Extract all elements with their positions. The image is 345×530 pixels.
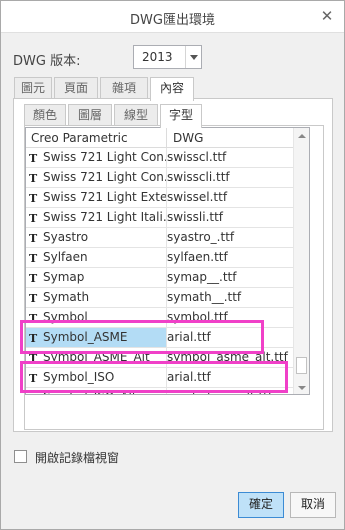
- table-row[interactable]: T Symbol_ISO_Alt symbol_iso_alt.ttf: [26, 388, 294, 394]
- creo-font-name: Symbol: [43, 310, 88, 324]
- creo-font-name: Symbol_ASME: [43, 330, 128, 344]
- cancel-button[interactable]: 取消: [290, 492, 336, 518]
- column-header-creo[interactable]: Creo Parametric: [31, 131, 128, 145]
- table-row[interactable]: T Symbol_ASME arial.ttf: [26, 328, 294, 348]
- creo-font-cell: T Symbol_ASME_Alt: [26, 348, 166, 367]
- table-row[interactable]: T Sylfaen sylfaen.ttf: [26, 248, 294, 268]
- font-icon: T: [29, 272, 37, 285]
- scrollbar-thumb[interactable]: [296, 357, 307, 374]
- table-row[interactable]: T Symbol symbol.ttf: [26, 308, 294, 328]
- ok-button[interactable]: 確定: [238, 492, 284, 518]
- dwg-font-cell[interactable]: swissel.ttf: [167, 190, 293, 204]
- font-icon: T: [29, 292, 37, 305]
- tab-entities[interactable]: 圖元: [14, 77, 52, 99]
- creo-font-name: Syastro: [43, 230, 89, 244]
- dwg-font-cell[interactable]: symbol_iso_alt.ttf: [167, 390, 293, 394]
- table-header: Creo Parametric DWG: [26, 128, 294, 148]
- creo-font-name: Symath: [43, 290, 90, 304]
- column-divider[interactable]: [166, 128, 167, 148]
- version-label: DWG 版本:: [13, 54, 81, 69]
- font-icon: T: [29, 192, 37, 205]
- dialog-title: DWG匯出環境: [130, 13, 215, 28]
- tab-font[interactable]: 字型: [160, 104, 202, 128]
- version-value: 2013: [142, 50, 173, 64]
- creo-font-name: Swiss 721 Light Con...: [43, 150, 166, 164]
- font-icon: T: [29, 152, 37, 165]
- tab-content[interactable]: 內容: [150, 77, 194, 101]
- scroll-up-icon[interactable]: [294, 128, 309, 144]
- chevron-down-icon[interactable]: [185, 46, 201, 68]
- close-icon[interactable]: ✕: [318, 7, 336, 25]
- creo-font-name: Swiss 721 Light Exte...: [43, 190, 166, 204]
- tab-color[interactable]: 顏色: [24, 104, 66, 126]
- dwg-export-dialog: DWG匯出環境 ✕ DWG 版本: 2013 圖元 頁面 雜項 內容 顏色 圖層…: [0, 0, 345, 530]
- creo-font-name: Sylfaen: [43, 250, 88, 264]
- font-icon: T: [29, 332, 37, 345]
- dwg-font-cell[interactable]: swissli.ttf: [167, 210, 293, 224]
- font-mapping-table: Creo Parametric DWG T Swiss 721 Light Con…: [25, 127, 310, 395]
- creo-font-cell: T Swiss 721 Light Itali...: [26, 208, 166, 227]
- title-bar: DWG匯出環境 ✕: [1, 1, 344, 33]
- creo-font-name: Symbol_ISO: [43, 370, 115, 384]
- dwg-font-cell[interactable]: symbol.ttf: [167, 310, 293, 324]
- vertical-scrollbar[interactable]: [293, 128, 309, 394]
- font-icon: T: [29, 232, 37, 245]
- font-icon: T: [29, 352, 37, 365]
- creo-font-cell: T Symap: [26, 268, 166, 287]
- table-row[interactable]: T Swiss 721 Light Con... swisscl.ttf: [26, 148, 294, 168]
- creo-font-name: Swiss 721 Light Con...: [43, 170, 166, 184]
- dwg-font-cell[interactable]: arial.ttf: [167, 370, 293, 384]
- dwg-font-cell[interactable]: swisscl.ttf: [167, 150, 293, 164]
- creo-font-cell: T Symbol: [26, 308, 166, 327]
- creo-font-cell: T Swiss 721 Light Con...: [26, 168, 166, 187]
- table-row[interactable]: T Swiss 721 Light Exte... swissel.ttf: [26, 188, 294, 208]
- dwg-font-cell[interactable]: syastro_.ttf: [167, 230, 293, 244]
- table-row[interactable]: T Symap symap__.ttf: [26, 268, 294, 288]
- table-row[interactable]: T Swiss 721 Light Con... swisscli.ttf: [26, 168, 294, 188]
- scroll-down-icon[interactable]: [294, 380, 309, 394]
- tab-layer[interactable]: 圖層: [68, 104, 112, 126]
- creo-font-cell: T Syastro: [26, 228, 166, 247]
- dwg-font-cell[interactable]: symap__.ttf: [167, 270, 293, 284]
- font-icon: T: [29, 172, 37, 185]
- creo-font-name: Symbol_ISO_Alt: [43, 390, 137, 394]
- creo-font-cell: T Swiss 721 Light Con...: [26, 148, 166, 167]
- font-icon: T: [29, 372, 37, 385]
- creo-font-cell: T Symbol_ISO: [26, 368, 166, 387]
- table-row[interactable]: T Swiss 721 Light Itali... swissli.ttf: [26, 208, 294, 228]
- creo-font-name: Symbol_ASME_Alt: [43, 350, 150, 364]
- dwg-font-cell[interactable]: swisscli.ttf: [167, 170, 293, 184]
- open-log-checkbox[interactable]: [14, 450, 27, 463]
- creo-font-cell: T Sylfaen: [26, 248, 166, 267]
- open-log-label: 開啟記錄檔視窗: [35, 451, 120, 465]
- font-icon: T: [29, 312, 37, 325]
- table-row[interactable]: T Symbol_ISO arial.ttf: [26, 368, 294, 388]
- dwg-font-cell[interactable]: symbol_asme_alt.ttf: [167, 350, 293, 364]
- tab-misc[interactable]: 雜項: [100, 77, 148, 99]
- table-row[interactable]: T Symath symath__.ttf: [26, 288, 294, 308]
- font-icon: T: [29, 212, 37, 225]
- dwg-font-cell[interactable]: symath__.ttf: [167, 290, 293, 304]
- dwg-font-cell[interactable]: arial.ttf: [167, 330, 293, 344]
- version-dropdown[interactable]: 2013: [133, 45, 202, 69]
- column-header-dwg[interactable]: DWG: [173, 131, 203, 145]
- font-icon: T: [29, 252, 37, 265]
- creo-font-name: Symap: [43, 270, 85, 284]
- creo-font-cell: T Symath: [26, 288, 166, 307]
- creo-font-cell: T Symbol_ISO_Alt: [26, 388, 166, 394]
- creo-font-cell: T Symbol_ASME: [26, 328, 166, 347]
- tab-linetype[interactable]: 線型: [114, 104, 158, 126]
- creo-font-name: Swiss 721 Light Itali...: [43, 210, 166, 224]
- table-row[interactable]: T Syastro syastro_.ttf: [26, 228, 294, 248]
- table-row[interactable]: T Symbol_ASME_Alt symbol_asme_alt.ttf: [26, 348, 294, 368]
- font-icon: T: [29, 392, 37, 394]
- dwg-font-cell[interactable]: sylfaen.ttf: [167, 250, 293, 264]
- creo-font-cell: T Swiss 721 Light Exte...: [26, 188, 166, 207]
- tab-page[interactable]: 頁面: [54, 77, 98, 99]
